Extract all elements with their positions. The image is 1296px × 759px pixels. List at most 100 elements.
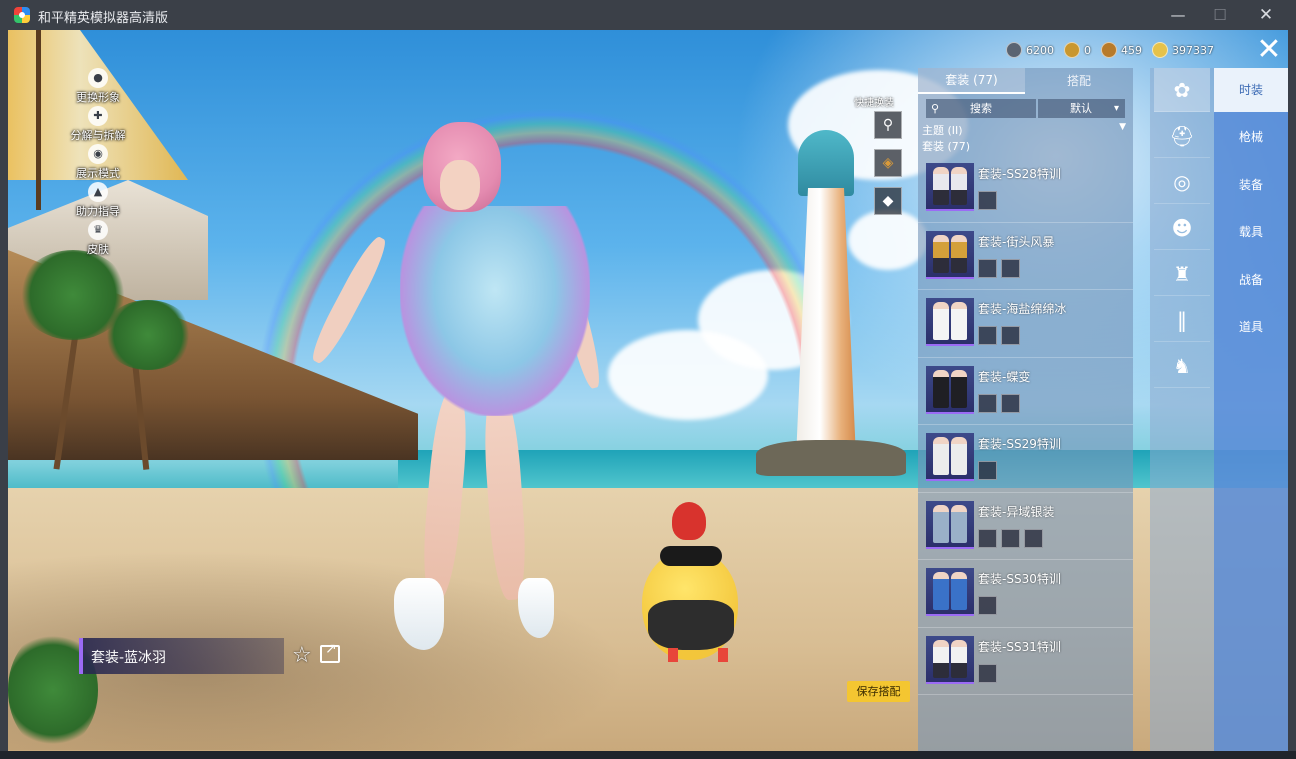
maximize-button[interactable]: ☐ — [1197, 0, 1243, 30]
eye-icon: ◉ — [88, 144, 108, 164]
pet-chick-legs — [668, 648, 728, 662]
tab-equipment[interactable]: 装备 — [1214, 163, 1288, 207]
tab-combinations[interactable]: 搭配 — [1025, 68, 1133, 94]
quick-slot-character-icon[interactable]: ⚲ — [874, 111, 902, 139]
left-menu-label: 皮肤 — [87, 243, 109, 256]
chevron-down-icon: ▼ — [1119, 122, 1126, 132]
quick-dress-label[interactable]: 快捷换装 — [854, 94, 894, 109]
shoes-icon[interactable]: ♞ — [1154, 344, 1210, 388]
currency-value: 397337 — [1172, 43, 1214, 57]
outfit-list-item[interactable]: 套装-街头风暴 — [918, 223, 1133, 290]
tab-fashion[interactable]: 时装 — [1214, 68, 1288, 112]
chevron-down-icon: ▾ — [1113, 103, 1119, 114]
sort-dropdown[interactable]: 默认 ▾ — [1038, 99, 1125, 118]
outfit-thumbnail — [926, 230, 974, 279]
window-title: 和平精英模拟器高清版 — [38, 11, 169, 26]
tab-weapons[interactable]: 枪械 — [1214, 115, 1288, 159]
window-close-button[interactable]: ✕ — [1243, 0, 1289, 30]
left-menu-disassemble[interactable]: ✚ 分解与拆解 — [58, 106, 138, 143]
search-input[interactable]: ⚲ 搜索 — [926, 99, 1036, 118]
outfit-thumbnail — [926, 568, 974, 616]
currency-silver: 6200 — [1006, 42, 1054, 58]
currency-value: 459 — [1121, 43, 1142, 57]
left-menu-skin[interactable]: ♛ 皮肤 — [58, 220, 138, 257]
outfit-name: 套装-海盐绵绵冰 — [978, 302, 1067, 316]
outfit-name: 套装-街头风暴 — [978, 234, 1055, 249]
outfit-list-item[interactable]: 套装-SS30特训 — [918, 560, 1133, 628]
outfit-part-slot — [1001, 528, 1020, 548]
theme-filter[interactable]: 主题 (II) ▼ — [922, 122, 1128, 138]
save-outfit-button[interactable]: 保存搭配 — [847, 681, 910, 702]
outfit-part-slot — [978, 258, 997, 278]
theme-label: 主题 (II) — [922, 124, 963, 137]
outfit-part-slot — [978, 191, 997, 210]
outfit-parts — [978, 191, 1001, 210]
outfit-part-slot — [1001, 393, 1020, 413]
crown-icon: ♛ — [88, 220, 108, 240]
tab-props[interactable]: 道具 — [1214, 305, 1288, 349]
left-menu-guide[interactable]: ▲ 助力指导 — [58, 182, 138, 219]
outfit-list-item[interactable]: 套装-SS31特训 — [918, 628, 1133, 695]
favorite-star-icon[interactable]: ☆ — [292, 643, 312, 668]
pet-chick-shirt — [648, 600, 734, 650]
outfit-part-slot — [978, 461, 997, 480]
outfit-list-panel: 套装 (77) 搭配 ⚲ 搜索 默认 ▾ 主题 (II) ▼ 套装 (77) 套… — [918, 68, 1133, 751]
left-menu-label: 更换形象 — [76, 91, 120, 104]
category-icon-column: ✿ ⛑ ◎ ☻ ♜ ‖ ♞ — [1150, 68, 1214, 751]
token-icon — [1064, 42, 1080, 58]
left-menu-label: 展示模式 — [76, 167, 120, 180]
bronze-coin-icon — [1101, 42, 1117, 58]
outfit-list-item[interactable]: 套装-蝶变 — [918, 358, 1133, 425]
outfit-parts — [978, 258, 1024, 278]
character-face — [440, 160, 480, 210]
minimize-button[interactable]: — — [1155, 0, 1201, 30]
outfit-part-slot — [1001, 326, 1020, 345]
outfit-list-item[interactable]: 套装-异域银装 — [918, 493, 1133, 560]
host-taskbar-strip — [0, 751, 1296, 759]
outfit-part-slot — [978, 663, 997, 683]
character-dress — [400, 206, 590, 416]
ship-mast — [36, 30, 41, 210]
outfit-parts — [978, 393, 1024, 413]
tab-vehicles[interactable]: 载具 — [1214, 210, 1288, 254]
left-menu-display-mode[interactable]: ◉ 展示模式 — [58, 144, 138, 181]
outfit-part-slot — [1024, 528, 1043, 548]
tab-suits[interactable]: 套装 (77) — [918, 68, 1025, 94]
outfit-name: 套装-SS28特训 — [978, 167, 1061, 181]
emulator-window: 和平精英模拟器高清版 — ☐ ✕ ● 更换形象 ✚ 分解与拆解 ◉ 展示模式 ▲… — [0, 0, 1296, 759]
app-logo-icon — [14, 7, 30, 23]
outfit-name: 套装-蝶变 — [978, 369, 1031, 384]
outfit-part-slot — [978, 596, 997, 615]
currency-bar: 6200 0 459 397337 — [1006, 40, 1224, 60]
quick-slot-emblem-icon[interactable]: ◈ — [874, 149, 902, 177]
silver-coin-icon — [1006, 42, 1022, 58]
glasses-icon[interactable]: ◎ — [1154, 160, 1210, 204]
hat-icon[interactable]: ⛑ — [1154, 114, 1210, 158]
share-icon[interactable] — [320, 641, 340, 663]
currency-value: 0 — [1084, 43, 1091, 57]
disassemble-icon: ✚ — [88, 106, 108, 126]
left-menu-change-avatar[interactable]: ● 更换形象 — [58, 68, 138, 105]
currency-gold: 397337 — [1152, 42, 1214, 58]
pet-chick-crest — [672, 502, 706, 540]
outfit-icon[interactable]: ✿ — [1154, 68, 1210, 112]
pants-icon[interactable]: ‖ — [1154, 298, 1210, 342]
close-icon[interactable]: ✕ — [1254, 35, 1284, 65]
outfit-part-slot — [978, 528, 997, 548]
outfit-list-item[interactable]: 套装-SS29特训 — [918, 425, 1133, 493]
outfit-list-item[interactable]: 套装-SS28特训 — [918, 155, 1133, 223]
top-icon[interactable]: ♜ — [1154, 252, 1210, 296]
currency-value: 6200 — [1026, 43, 1054, 57]
outfit-list-item[interactable]: 套装-海盐绵绵冰 — [918, 290, 1133, 358]
outfit-parts — [978, 461, 1001, 480]
mask-icon[interactable]: ☻ — [1154, 206, 1210, 250]
outfit-thumbnail — [926, 163, 974, 211]
outfit-parts — [978, 326, 1024, 345]
category-tab-column: 时装 枪械 装备 载具 战备 道具 — [1214, 68, 1288, 751]
quick-slot-badge-icon[interactable]: ◆ — [874, 187, 902, 215]
search-icon: ⚲ — [931, 102, 940, 115]
person-icon: ● — [88, 68, 108, 88]
pet-chick-sunglasses — [660, 546, 722, 566]
palm-leaves — [103, 300, 193, 370]
tab-combat-gear[interactable]: 战备 — [1214, 258, 1288, 302]
